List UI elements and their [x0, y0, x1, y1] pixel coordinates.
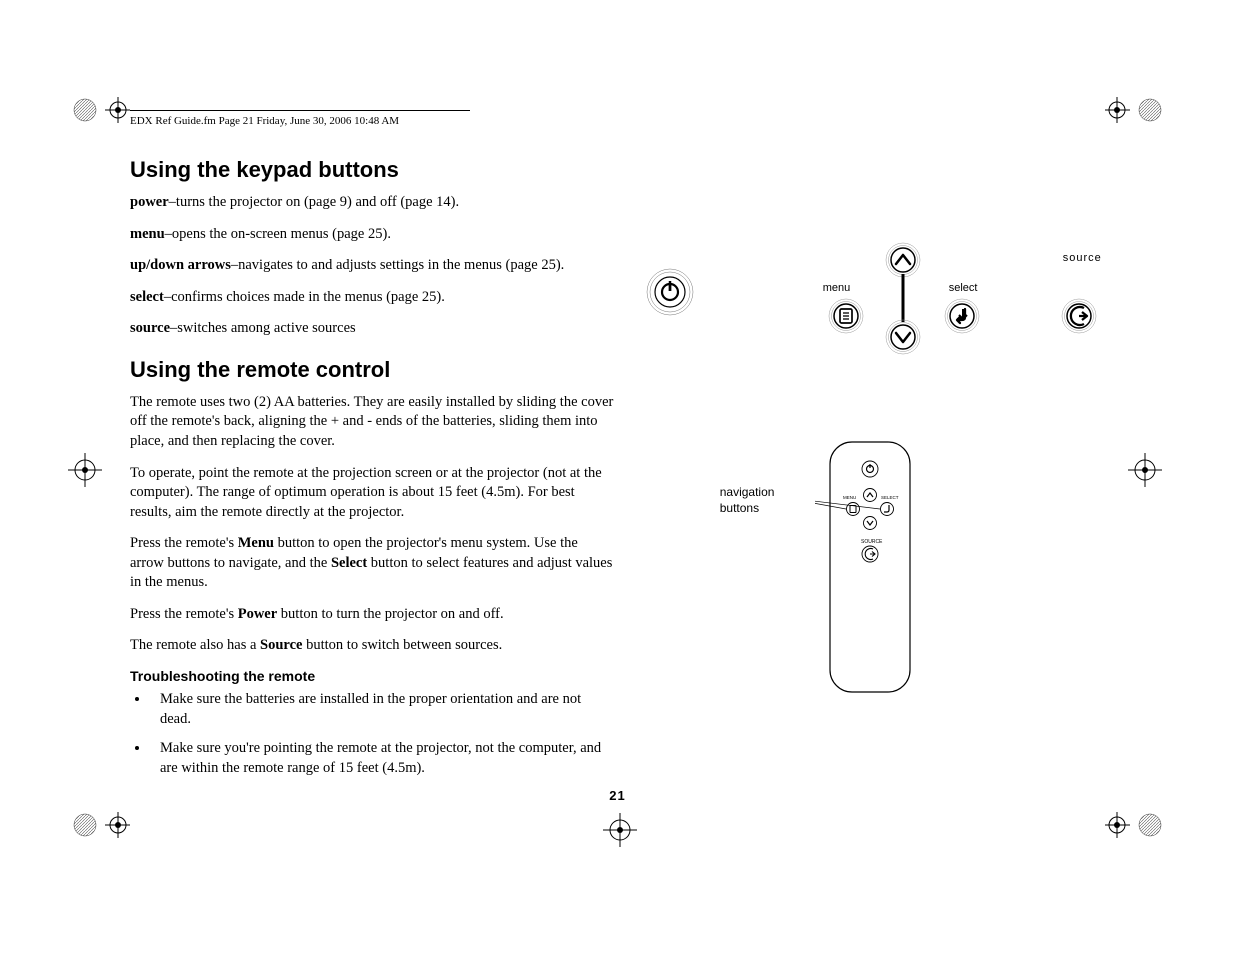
text-column: Using the keypad buttons power–turns the…: [130, 157, 615, 788]
bullet-1: Make sure the batteries are installed in…: [150, 690, 615, 729]
heading-remote: Using the remote control: [130, 357, 615, 383]
keypad-select-label: select: [949, 282, 978, 294]
keypad-source-icon: [1060, 297, 1098, 340]
keypad-source-label: source: [1063, 252, 1102, 264]
remote-diagram: MENU SELECT SOURCE: [815, 437, 935, 712]
crop-mark-bottom-right: [1105, 810, 1165, 840]
troubleshoot-heading: Troubleshooting the remote: [130, 668, 615, 684]
term-source: source: [130, 320, 170, 336]
figure-column: menu: [645, 157, 1105, 788]
troubleshoot-list: Make sure the batteries are installed in…: [130, 690, 615, 778]
crop-mark-mid-right: [1125, 450, 1165, 490]
page-header: EDX Ref Guide.fm Page 21 Friday, June 30…: [130, 115, 1105, 127]
crop-mark-bottom-left: [70, 810, 130, 840]
crop-mark-bottom-mid: [600, 810, 640, 850]
remote-para-5: The remote also has a Source button to s…: [130, 636, 615, 656]
page-number: 21: [609, 788, 625, 803]
remote-para-4: Press the remote's Power button to turn …: [130, 605, 615, 625]
keypad-menu-icon: [827, 297, 865, 340]
remote-para-3: Press the remote's Menu button to open t…: [130, 534, 615, 593]
crop-mark-top-right: [1105, 95, 1165, 125]
para-arrows: up/down arrows–navigates to and adjusts …: [130, 256, 615, 276]
remote-para-2: To operate, point the remote at the proj…: [130, 464, 615, 523]
heading-keypad: Using the keypad buttons: [130, 157, 615, 183]
para-power: power–turns the projector on (page 9) an…: [130, 193, 615, 213]
keypad-nav-icon: [878, 242, 928, 362]
para-select: select–confirms choices made in the menu…: [130, 288, 615, 308]
para-source: source–switches among active sources: [130, 319, 615, 339]
para-menu: menu–opens the on-screen menus (page 25)…: [130, 225, 615, 245]
remote-para-1: The remote uses two (2) AA batteries. Th…: [130, 393, 615, 452]
keypad-menu-label: menu: [823, 282, 851, 294]
svg-text:SELECT: SELECT: [881, 495, 899, 500]
svg-text:SOURCE: SOURCE: [861, 539, 883, 545]
crop-mark-mid-left: [65, 450, 105, 490]
remote-nav-label: navigation buttons: [720, 485, 775, 516]
crop-mark-top-left: [70, 95, 130, 125]
term-power: power: [130, 194, 169, 210]
keypad-select-icon: [943, 297, 981, 340]
term-select: select: [130, 289, 164, 305]
header-rule: [130, 110, 470, 111]
keypad-power-icon: [645, 267, 695, 322]
term-arrows: up/down arrows: [130, 257, 231, 273]
bullet-2: Make sure you're pointing the remote at …: [150, 739, 615, 778]
svg-text:MENU: MENU: [843, 495, 856, 500]
term-menu: menu: [130, 226, 165, 242]
